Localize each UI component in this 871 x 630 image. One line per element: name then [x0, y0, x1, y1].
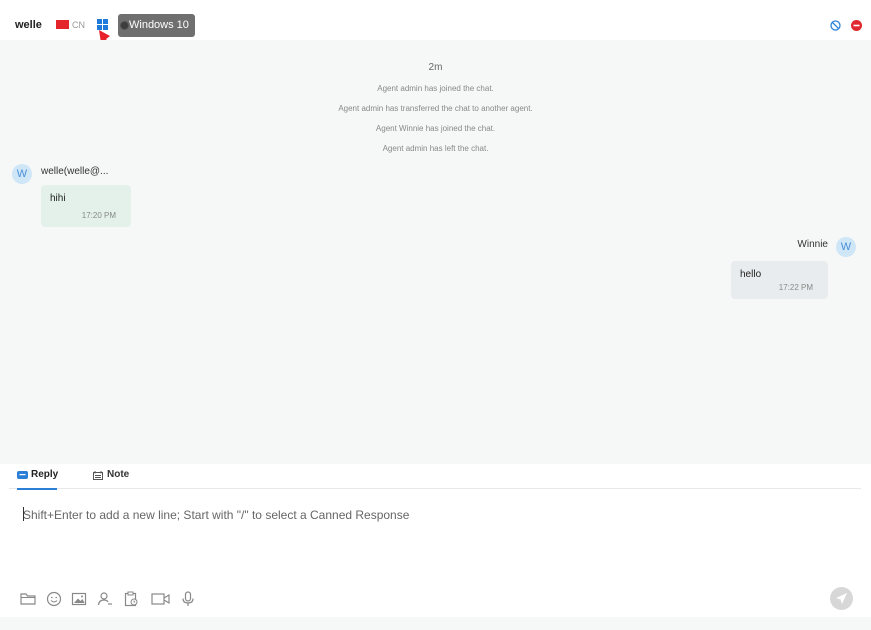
reply-composer: Reply Note [9, 464, 861, 617]
os-tooltip-text: Windows 10 [129, 19, 189, 31]
folder-icon[interactable] [20, 591, 36, 607]
tab-note-label: Note [107, 469, 130, 480]
message-input[interactable] [23, 505, 843, 525]
bottom-strip [0, 617, 871, 630]
contact-icon[interactable] [97, 591, 113, 607]
visitor-country: CN [72, 20, 85, 30]
message-time: 17:20 PM [81, 211, 116, 220]
time-separator: 2m [428, 62, 443, 73]
system-message: Agent Winnie has joined the chat. [375, 124, 496, 133]
end-chat-icon[interactable] [851, 20, 862, 31]
os-tooltip: Windows 10 [118, 14, 195, 37]
chat-transcript[interactable]: 2m Agent admin has joined the chat. Agen… [0, 40, 871, 464]
video-icon[interactable] [151, 591, 170, 607]
composer-tabs: Reply Note [9, 464, 861, 490]
send-icon [836, 593, 847, 604]
send-button[interactable] [830, 587, 853, 610]
emoji-icon[interactable] [46, 591, 62, 607]
message-text: hihi [50, 193, 66, 204]
system-message: Agent admin has transferred the chat to … [338, 104, 533, 113]
visitor-message-bubble: hihi 17:20 PM [41, 185, 131, 227]
visitor-avatar: W [12, 164, 32, 184]
tab-reply-label: Reply [31, 469, 59, 480]
message-text: hello [740, 269, 762, 280]
microphone-icon[interactable] [180, 591, 196, 607]
tab-note[interactable]: Note [93, 469, 133, 488]
image-icon[interactable] [71, 591, 87, 607]
reply-icon [17, 471, 28, 479]
tab-reply[interactable]: Reply [17, 469, 59, 490]
visitor-name: welle [15, 19, 42, 31]
chat-header: welle CN Windows 10 [0, 0, 871, 74]
agent-avatar: W [836, 237, 856, 257]
ban-icon[interactable] [830, 20, 841, 31]
agent-message-bubble: hello 17:22 PM [731, 261, 828, 299]
visitor-sender-name: welle(welle@... [41, 166, 109, 177]
message-time: 17:22 PM [778, 283, 813, 292]
china-flag-icon [56, 20, 69, 29]
note-icon [93, 471, 103, 480]
system-message: Agent admin has left the chat. [382, 144, 489, 153]
clipboard-icon[interactable] [123, 591, 139, 607]
agent-sender-name: Winnie [797, 239, 828, 250]
system-message: Agent admin has joined the chat. [377, 84, 494, 93]
text-cursor [23, 507, 24, 521]
